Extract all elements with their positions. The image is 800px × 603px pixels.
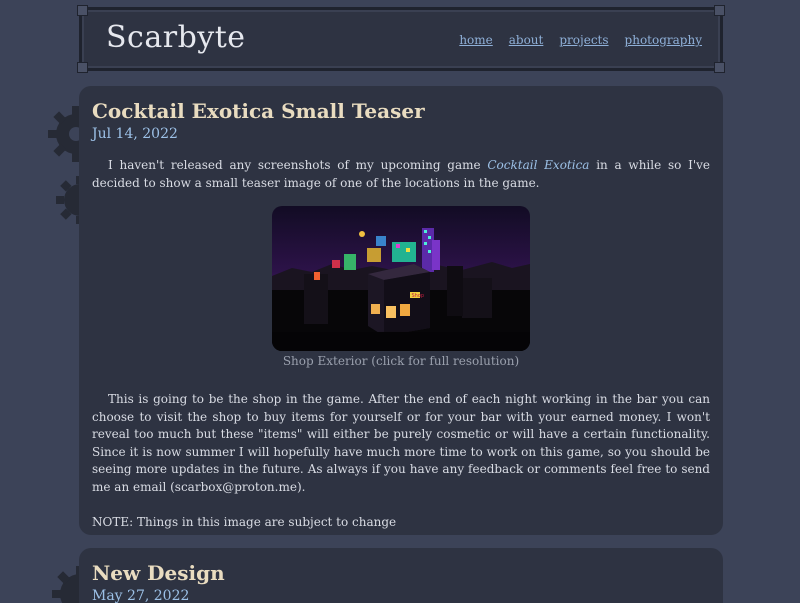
rivet — [77, 5, 88, 16]
game-title: Cocktail Exotica — [487, 158, 590, 172]
post-figure: Shop Shop Exterior (click for full resol… — [272, 206, 530, 368]
main-nav: home about projects photography — [459, 33, 702, 47]
post-title[interactable]: New Design — [92, 560, 710, 586]
nav-link-home[interactable]: home — [459, 33, 492, 47]
shop-sign: Shop — [412, 293, 425, 299]
site-header: Scarbyte home about projects photography — [77, 5, 725, 73]
blog-post: New Design May 27, 2022 — [79, 548, 723, 603]
rivet — [714, 5, 725, 16]
nav-link-about[interactable]: about — [509, 33, 544, 47]
post-title[interactable]: Cocktail Exotica Small Teaser — [92, 98, 710, 124]
nav-link-projects[interactable]: projects — [559, 33, 608, 47]
blog-post: Cocktail Exotica Small Teaser Jul 14, 20… — [79, 86, 723, 535]
post-body: This is going to be the shop in the game… — [92, 392, 710, 494]
rivet — [77, 62, 88, 73]
post-intro: I haven't released any screenshots of my… — [92, 157, 710, 192]
post-date: Jul 14, 2022 — [92, 126, 178, 142]
gear-icon — [52, 566, 84, 603]
post-note: NOTE: Things in this image are subject t… — [92, 515, 397, 529]
post-date: May 27, 2022 — [92, 588, 190, 603]
image-caption: Shop Exterior (click for full resolution… — [282, 354, 520, 368]
shop-exterior-image[interactable]: Shop — [272, 206, 530, 351]
site-title[interactable]: Scarbyte — [106, 20, 246, 55]
page: Scarbyte home about projects photography… — [0, 0, 800, 603]
intro-text: I haven't released any screenshots of my… — [108, 158, 488, 172]
nav-link-photography[interactable]: photography — [625, 33, 702, 47]
rivet — [714, 62, 725, 73]
